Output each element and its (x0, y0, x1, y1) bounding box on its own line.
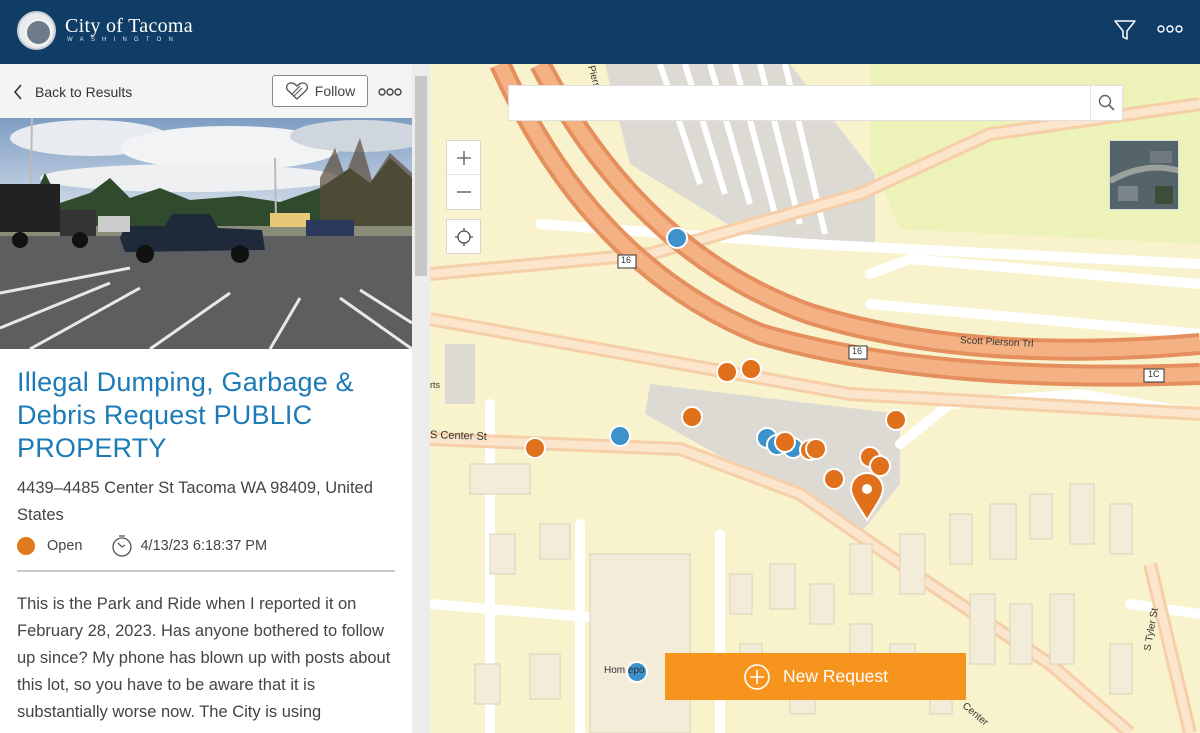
status-row: Open 4/13/23 6:18:37 PM (17, 535, 267, 557)
status-dot-icon (17, 537, 35, 555)
request-description: This is the Park and Ride when I reporte… (17, 595, 391, 721)
route-16-label-a: 16 (621, 255, 632, 265)
heart-tag-icon (285, 82, 308, 100)
request-title: Illegal Dumping, Garbage & Debris Reques… (17, 367, 354, 463)
back-to-results-link[interactable]: Back to Results (13, 82, 132, 102)
status-text: Open (47, 538, 83, 554)
request-detail-panel: Back to Results Follow Illegal Dumping, … (0, 64, 430, 733)
filter-icon[interactable] (1113, 18, 1137, 42)
crosshair-icon (454, 227, 473, 246)
map-view[interactable]: S Center St Scott Pierson Trl S Tyler St… (430, 64, 1200, 733)
map-search (508, 85, 1123, 121)
request-photo[interactable] (0, 118, 412, 349)
route-16-label-b: 16 (852, 346, 863, 356)
city-seal-logo (17, 11, 56, 50)
new-request-button[interactable]: New Request (665, 653, 966, 700)
search-button[interactable] (1090, 86, 1123, 120)
app-header: City of Tacoma WASHINGTON (0, 0, 1200, 64)
follow-button[interactable]: Follow (272, 75, 368, 107)
clock-icon (112, 535, 133, 557)
zoom-in-button[interactable] (447, 141, 480, 175)
plus-icon (456, 150, 471, 165)
street-label-center-st: S Center St (430, 429, 488, 443)
basemap-toggle[interactable] (1109, 140, 1179, 210)
map-basemap (430, 64, 1200, 733)
chevron-left-icon (13, 84, 22, 100)
panel-more-icon[interactable] (378, 87, 402, 97)
back-label: Back to Results (35, 84, 133, 100)
locate-button[interactable] (446, 219, 481, 254)
place-label-arts: rts (430, 380, 440, 390)
request-address: 4439–4485 Center St Tacoma WA 98409, Uni… (17, 479, 373, 524)
follow-label: Follow (314, 83, 356, 99)
panel-toolbar: Back to Results Follow (0, 64, 412, 118)
plus-circle-icon (744, 663, 770, 690)
divider (17, 570, 395, 572)
zoom-out-button[interactable] (447, 175, 480, 209)
more-options-icon[interactable] (1157, 24, 1183, 34)
exit-1c-label: 1C (1148, 369, 1160, 379)
new-request-label: New Request (782, 666, 889, 686)
search-icon (1098, 94, 1115, 111)
place-label-home-depot: Hom epo (604, 665, 645, 676)
brand-name: City of Tacoma (65, 15, 193, 37)
minus-icon (456, 191, 471, 193)
search-input[interactable] (509, 86, 1089, 120)
panel-scrollbar[interactable] (412, 64, 430, 733)
zoom-controls (446, 140, 481, 210)
brand-subtitle: WASHINGTON (67, 37, 181, 43)
timestamp: 4/13/23 6:18:37 PM (140, 538, 268, 554)
scrollbar-thumb[interactable] (415, 76, 427, 276)
